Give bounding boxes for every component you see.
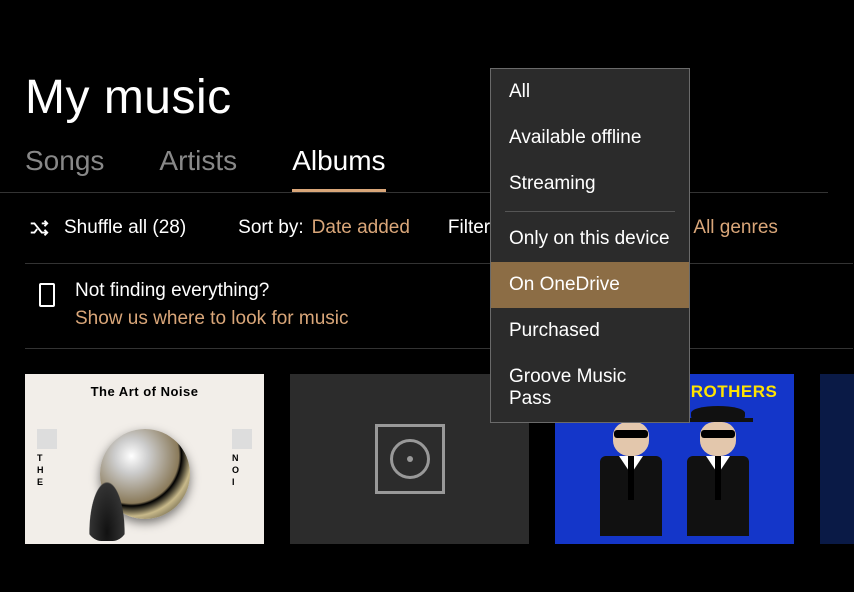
filter-option-streaming[interactable]: Streaming	[491, 161, 689, 207]
shuffle-icon	[28, 217, 50, 239]
tabs: Songs Artists Albums	[0, 125, 828, 193]
filter-option-all[interactable]: All	[491, 69, 689, 115]
sort-by-value[interactable]: Date added	[312, 217, 410, 239]
album-tile[interactable]: The Art of Noise THE NOI	[25, 374, 264, 544]
toolbar: Shuffle all (28) Sort by: Date added Fil…	[0, 193, 854, 239]
filter-dropdown: All Available offline Streaming Only on …	[490, 68, 690, 423]
device-icon	[37, 282, 57, 308]
tab-albums[interactable]: Albums	[292, 145, 385, 192]
filter-option-offline[interactable]: Available offline	[491, 115, 689, 161]
filter-group: Filter:	[448, 217, 496, 239]
filter-label: Filter:	[448, 217, 496, 239]
shuffle-label: Shuffle all (28)	[64, 217, 186, 239]
album-tile[interactable]	[820, 374, 854, 544]
hint-link[interactable]: Show us where to look for music	[75, 308, 349, 330]
genres-value[interactable]: All genres	[693, 217, 778, 239]
filter-option-device[interactable]: Only on this device	[491, 216, 689, 262]
filter-option-purchased[interactable]: Purchased	[491, 308, 689, 354]
hint-row: Not finding everything? Show us where to…	[25, 263, 853, 349]
dropdown-separator	[505, 211, 675, 212]
album-title: The Art of Noise	[25, 374, 264, 399]
albums-row: The Art of Noise THE NOI THE BLUES BROTH…	[0, 349, 854, 544]
album-placeholder-icon	[375, 424, 445, 494]
filter-option-onedrive[interactable]: On OneDrive	[491, 262, 689, 308]
sort-by-label: Sort by:	[238, 217, 303, 239]
hint-question: Not finding everything?	[75, 280, 349, 302]
sort-by-group: Sort by: Date added	[238, 217, 410, 239]
page-title: My music	[0, 0, 854, 125]
filter-option-groove[interactable]: Groove Music Pass	[491, 354, 689, 422]
shuffle-all-button[interactable]: Shuffle all (28)	[28, 217, 186, 239]
tab-songs[interactable]: Songs	[25, 145, 104, 192]
tab-artists[interactable]: Artists	[159, 145, 237, 192]
